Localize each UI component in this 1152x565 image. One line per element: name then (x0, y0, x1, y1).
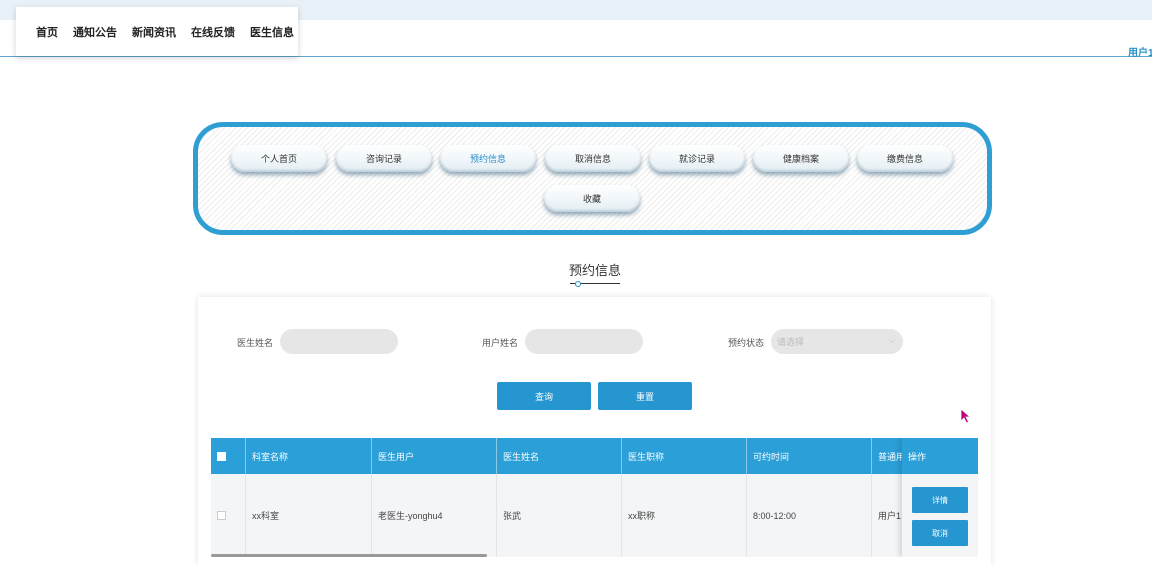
table-header: 科室名称 医生用户 医生姓名 医生职称 可约时间 普通用户 (211, 438, 978, 474)
table-row: xx科室 老医生-yonghu4 张武 xx职称 8:00-12:00 用户1 (211, 474, 978, 557)
user-center-menu: 个人首页 咨询记录 预约信息 取消信息 就诊记录 健康档案 缴费信息 收藏 (193, 122, 992, 235)
menu-appointments[interactable]: 预约信息 (440, 145, 536, 172)
page-title: 预约信息 (568, 263, 621, 278)
top-nav: 首页 通知公告 新闻资讯 在线反馈 医生信息 (16, 7, 298, 56)
status-label: 预约状态 (728, 338, 765, 348)
search-button[interactable]: 查询 (497, 382, 591, 410)
menu-consult-records[interactable]: 咨询记录 (336, 145, 432, 172)
cell-dept: xx科室 (246, 474, 372, 557)
mouse-cursor-icon (960, 408, 972, 424)
appointments-card: 医生姓名 用户姓名 预约状态 请选择 ⌵ 查询 重置 科室名称 医生用户 医生姓… (198, 297, 991, 565)
col-operations: 操作 (902, 438, 978, 474)
menu-cancellations[interactable]: 取消信息 (545, 145, 641, 172)
nav-news[interactable]: 新闻资讯 (132, 24, 176, 40)
row-checkbox-cell (211, 474, 246, 557)
menu-visit-records[interactable]: 就诊记录 (649, 145, 745, 172)
detail-button[interactable]: 详情 (912, 487, 968, 513)
nav-doctors[interactable]: 医生信息 (250, 24, 294, 40)
appointments-table: 科室名称 医生用户 医生姓名 医生职称 可约时间 普通用户 xx科室 老医生-y… (211, 438, 978, 557)
menu-favorites[interactable]: 收藏 (544, 185, 640, 212)
menu-payments[interactable]: 缴费信息 (857, 145, 953, 172)
reset-button[interactable]: 重置 (598, 382, 692, 410)
col-doctor-title: 医生职称 (622, 438, 747, 474)
row-checkbox[interactable] (217, 511, 226, 520)
col-available-time: 可约时间 (747, 438, 872, 474)
select-all-checkbox[interactable] (217, 451, 226, 461)
cancel-button[interactable]: 取消 (912, 520, 968, 546)
nav-notice[interactable]: 通知公告 (73, 24, 117, 40)
cell-doctor-name: 张武 (497, 474, 622, 557)
title-dot (575, 281, 581, 287)
status-placeholder: 请选择 (777, 337, 805, 347)
doctor-name-input[interactable] (280, 329, 398, 354)
user-name-input[interactable] (525, 329, 643, 354)
cell-doctor-user: 老医生-yonghu4 (372, 474, 497, 557)
col-dept: 科室名称 (246, 438, 372, 474)
menu-personal-home[interactable]: 个人首页 (231, 145, 327, 172)
cell-doctor-title: xx职称 (622, 474, 747, 557)
header-checkbox-cell (211, 438, 246, 474)
horizontal-scrollbar[interactable] (211, 554, 487, 557)
user-link[interactable]: 用户1 (1128, 44, 1152, 59)
cell-available-time: 8:00-12:00 (747, 474, 872, 557)
col-doctor-name: 医生姓名 (497, 438, 622, 474)
menu-health-records[interactable]: 健康档案 (753, 145, 849, 172)
chevron-down-icon: ⌵ (888, 335, 895, 345)
operations-column: 操作 详情 取消 (902, 438, 978, 557)
doctor-name-label: 医生姓名 (237, 338, 274, 348)
user-name-label: 用户姓名 (482, 338, 519, 348)
nav-home[interactable]: 首页 (36, 24, 58, 40)
col-doctor-user: 医生用户 (372, 438, 497, 474)
status-select[interactable]: 请选择 ⌵ (771, 329, 903, 354)
nav-feedback[interactable]: 在线反馈 (191, 24, 235, 40)
